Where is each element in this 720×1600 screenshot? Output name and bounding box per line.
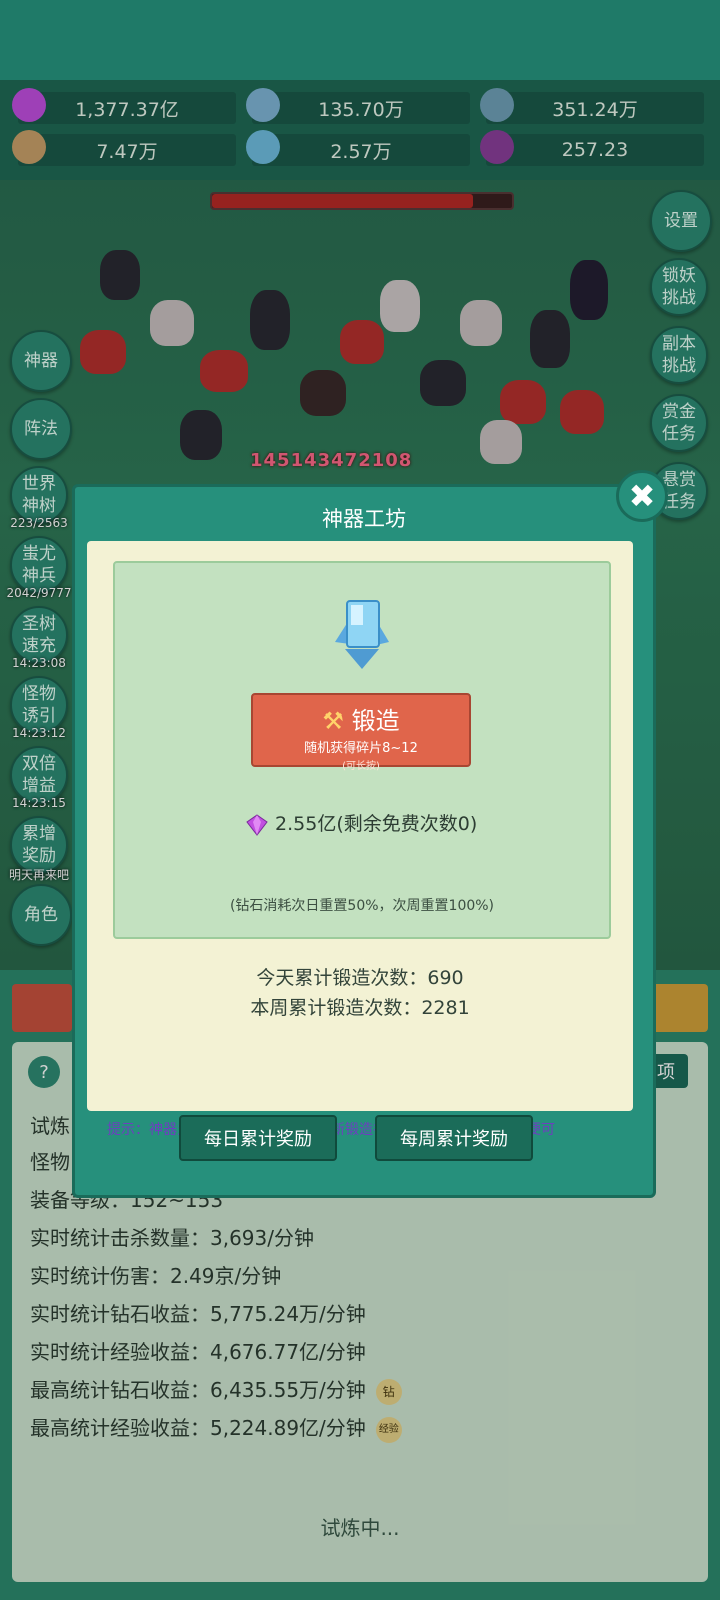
diamond-icon [245, 813, 269, 837]
artifact-workshop-dialog: 神器工坊 ⚒ 锻造 随机获得碎片8~12 (可长按) 2.55亿(剩余免费次数0… [72, 484, 656, 1198]
hammer-icon: ⚒ [322, 707, 344, 735]
today-forge-count: 今天累计锻造次数：690 [256, 967, 464, 989]
cost-reset-note: (钻石消耗次日重置50%，次周重置100%) [229, 898, 495, 914]
close-icon[interactable]: ✖ [616, 470, 668, 522]
dialog-content: ⚒ 锻造 随机获得碎片8~12 (可长按) 2.55亿(剩余免费次数0) (钻石… [87, 541, 633, 1138]
forge-card: ⚒ 锻造 随机获得碎片8~12 (可长按) 2.55亿(剩余免费次数0) (钻石… [113, 561, 611, 939]
weekly-reward-button[interactable]: 每周累计奖励 [375, 1115, 533, 1161]
forge-label: 锻造 [351, 707, 400, 735]
artifact-crystal-icon [335, 600, 389, 669]
cost-text: 2.55亿(剩余免费次数0) [275, 813, 478, 835]
dialog-title: 神器工坊 [322, 507, 406, 531]
daily-reward-button[interactable]: 每日累计奖励 [179, 1115, 337, 1161]
forge-description: 随机获得碎片8~12 [304, 741, 418, 756]
week-forge-count: 本周累计锻造次数：2281 [250, 997, 470, 1019]
forge-hint: (可长按) [342, 761, 380, 772]
forge-title: ⚒ 锻造 [253, 701, 469, 736]
forge-cost: 2.55亿(剩余免费次数0) [245, 809, 477, 837]
forge-button[interactable]: ⚒ 锻造 随机获得碎片8~12 (可长按) [251, 693, 471, 772]
